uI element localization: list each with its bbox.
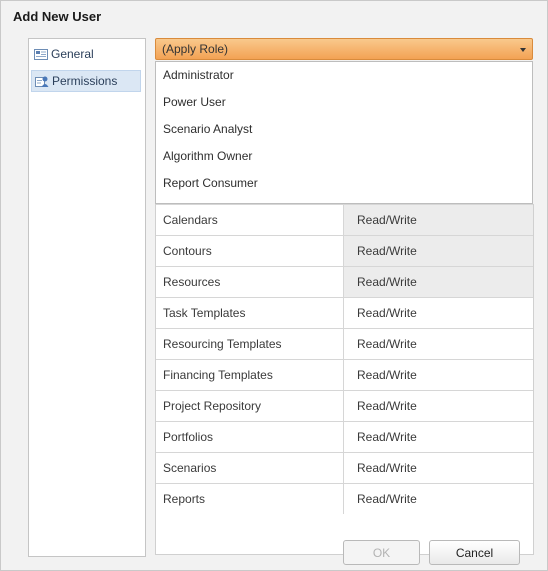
nav-label-permissions: Permissions: [52, 74, 118, 88]
settings-nav: General Permissions: [28, 38, 146, 557]
add-user-dialog: Add New User General Permissions (Apply …: [0, 0, 548, 571]
table-row: Project Repository Read/Write: [156, 390, 533, 421]
permission-access[interactable]: Read/Write: [344, 329, 533, 359]
permission-name: Calendars: [156, 205, 344, 235]
table-row: Scenarios Read/Write: [156, 452, 533, 483]
permission-access[interactable]: Read/Write: [344, 267, 533, 297]
chevron-down-icon: [520, 48, 526, 52]
role-option-administrator[interactable]: Administrator: [156, 62, 532, 89]
role-option-algorithm-owner[interactable]: Algorithm Owner: [156, 143, 532, 170]
permission-access[interactable]: Read/Write: [344, 391, 533, 421]
nav-item-general[interactable]: General: [31, 43, 141, 65]
nav-item-permissions[interactable]: Permissions: [31, 70, 141, 92]
nav-label-general: General: [51, 47, 94, 61]
table-row: Portfolios Read/Write: [156, 421, 533, 452]
permission-name: Task Templates: [156, 298, 344, 328]
permission-access[interactable]: Read/Write: [344, 236, 533, 266]
permission-name: Project Repository: [156, 391, 344, 421]
table-row: Reports Read/Write: [156, 483, 533, 514]
permissions-panel: (Apply Role) Administrator Power User Sc…: [155, 38, 534, 555]
permission-access[interactable]: Read/Write: [344, 205, 533, 235]
permission-access[interactable]: Read/Write: [344, 298, 533, 328]
apply-role-dropdown[interactable]: (Apply Role): [155, 38, 533, 60]
permission-access[interactable]: Read/Write: [344, 360, 533, 390]
permission-access[interactable]: Read/Write: [344, 484, 533, 514]
role-option-power-user[interactable]: Power User: [156, 89, 532, 116]
permission-name: Reports: [156, 484, 344, 514]
permission-name: Scenarios: [156, 453, 344, 483]
role-options-list: Administrator Power User Scenario Analys…: [155, 61, 533, 204]
general-icon: [34, 48, 48, 61]
table-row: Resources Read/Write: [156, 266, 533, 297]
permission-name: Resourcing Templates: [156, 329, 344, 359]
permission-access[interactable]: Read/Write: [344, 422, 533, 452]
permissions-table: Calendars Read/Write Contours Read/Write…: [155, 204, 534, 555]
permission-name: Resources: [156, 267, 344, 297]
permissions-icon: [35, 75, 49, 88]
ok-button[interactable]: OK: [343, 540, 420, 565]
role-option-report-consumer[interactable]: Report Consumer: [156, 170, 532, 197]
apply-role-value: (Apply Role): [162, 42, 229, 56]
dialog-title: Add New User: [13, 9, 102, 24]
permission-name: Financing Templates: [156, 360, 344, 390]
role-option-scenario-analyst[interactable]: Scenario Analyst: [156, 116, 532, 143]
table-row: Financing Templates Read/Write: [156, 359, 533, 390]
permission-access[interactable]: Read/Write: [344, 453, 533, 483]
permission-name: Portfolios: [156, 422, 344, 452]
table-row: Task Templates Read/Write: [156, 297, 533, 328]
table-row: Contours Read/Write: [156, 235, 533, 266]
table-row: Calendars Read/Write: [156, 204, 533, 235]
permission-name: Contours: [156, 236, 344, 266]
cancel-button[interactable]: Cancel: [429, 540, 520, 565]
table-row: Resourcing Templates Read/Write: [156, 328, 533, 359]
